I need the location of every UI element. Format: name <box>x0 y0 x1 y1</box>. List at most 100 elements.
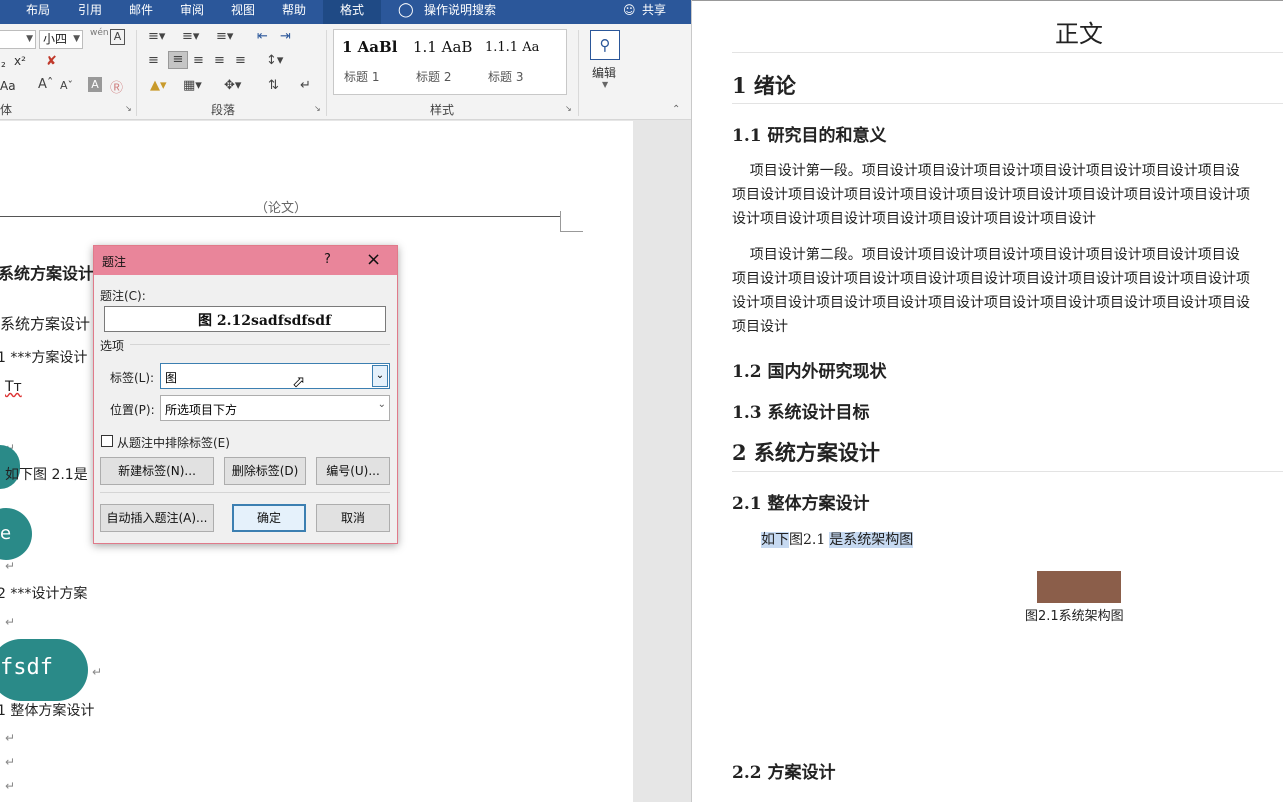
align-left-icon[interactable]: ≡ <box>148 53 159 68</box>
share-icon: ☺ <box>623 3 636 17</box>
figure-caption: 图2.1系统架构图 <box>1025 609 1124 624</box>
phonetic-guide-label[interactable]: wén <box>90 28 109 38</box>
font-size-combo[interactable]: 小四 ▼ <box>39 30 83 49</box>
caption-input[interactable]: 图 2.12sadfsdfsdf <box>104 306 386 332</box>
menu-format[interactable]: 格式 <box>323 0 381 24</box>
search-icon[interactable]: ⚲ <box>590 30 620 60</box>
divider <box>136 30 137 116</box>
editing-button[interactable]: 编辑 <box>592 64 616 81</box>
numbering-icon[interactable]: ≡▾ <box>182 29 199 44</box>
heading-2-purpose: 1.1 研究目的和意义 <box>732 126 887 146</box>
paragraph-mark: ↵ <box>92 665 103 679</box>
menu-layout[interactable]: 布局 <box>26 0 50 24</box>
heading-2-goals: 1.3 系统设计目标 <box>732 403 870 423</box>
teal-annotation-bubble: e <box>0 508 32 560</box>
heading-2-research: 1.2 国内外研究现状 <box>732 362 887 382</box>
font-name-combo[interactable]: ▼ <box>0 30 36 49</box>
right-document-page[interactable]: 正文 1 绪论 1.1 研究目的和意义 项目设计第一段。项目设计项目设计项目设计… <box>691 0 1283 802</box>
cancel-button[interactable]: 取消 <box>316 504 390 532</box>
char-border-icon[interactable]: A <box>110 29 125 45</box>
menu-bar: 布局 引用 邮件 审阅 视图 帮助 格式 ◯ 操作说明搜索 ☺ 共享 <box>0 0 691 24</box>
multilevel-list-icon[interactable]: ≡▾ <box>216 29 233 44</box>
editing-dropdown-icon[interactable]: ▼ <box>602 80 608 89</box>
exclude-label-checkbox[interactable] <box>101 435 113 447</box>
menu-references[interactable]: 引用 <box>78 0 102 24</box>
dialog-titlebar[interactable]: 题注 ? × <box>94 246 397 275</box>
chevron-down-icon[interactable]: ⌄ <box>372 365 388 387</box>
chinese-layout-icon[interactable]: ✥▾ <box>224 78 241 93</box>
bullets-icon[interactable]: ≡▾ <box>148 29 165 44</box>
clear-format-icon[interactable]: ✘ <box>46 54 57 69</box>
caption-input-value: 图 2.12sadfsdfsdf <box>198 313 332 329</box>
divider <box>578 30 579 116</box>
increase-indent-icon[interactable]: ⇥ <box>280 29 291 44</box>
align-right-icon[interactable]: ≡ <box>193 53 204 68</box>
paragraph-mark: ↵ <box>5 731 16 745</box>
shrink-font-icon[interactable]: Aˇ <box>60 79 73 92</box>
page-header-text: （论文） <box>255 201 308 216</box>
numbering-button[interactable]: 编号(U)... <box>316 457 390 485</box>
show-marks-icon[interactable]: ↵ <box>300 78 311 93</box>
left-word-window: 布局 引用 邮件 审阅 视图 帮助 格式 ◯ 操作说明搜索 ☺ 共享 ▼ 小四 ▼… <box>0 0 691 802</box>
align-center-icon[interactable]: ≡ <box>168 51 188 69</box>
exclude-label-text: 从题注中排除标签(E) <box>117 436 230 450</box>
style-heading1-name[interactable]: 标题 1 <box>344 68 379 85</box>
styles-dialog-launcher-icon[interactable]: ↘ <box>565 104 572 113</box>
doc-text-line: 如下图 2.1是 <box>5 467 88 483</box>
sort-icon[interactable]: ⇅ <box>268 78 279 93</box>
chevron-down-icon[interactable]: ⌄ <box>378 399 386 410</box>
borders-icon[interactable]: ▦▾ <box>183 78 202 93</box>
char-shading-icon[interactable]: A <box>88 77 102 92</box>
heading-2-overall: 2.1 整体方案设计 <box>732 494 870 514</box>
line-spacing-icon[interactable]: ↕▾ <box>266 53 283 68</box>
menu-mailings[interactable]: 邮件 <box>129 0 153 24</box>
delete-label-button[interactable]: 删除标签(D) <box>224 457 306 485</box>
style-heading1-sample[interactable]: 1 AaBl <box>342 38 397 56</box>
label-select[interactable]: 图 ⌄ ⬀ <box>160 363 390 391</box>
style-heading3-sample[interactable]: 1.1.1 Aa <box>485 40 539 55</box>
autocaption-button[interactable]: 自动插入题注(A)... <box>100 504 214 532</box>
ok-button[interactable]: 确定 <box>232 504 306 532</box>
decrease-indent-icon[interactable]: ⇤ <box>257 29 268 44</box>
menu-review[interactable]: 审阅 <box>180 0 204 24</box>
grow-font-icon[interactable]: Aˆ <box>38 77 53 92</box>
new-label-button[interactable]: 新建标签(N)... <box>100 457 214 485</box>
tell-me-search[interactable]: 操作说明搜索 <box>424 0 496 24</box>
justify-icon[interactable]: ≡ <box>214 53 225 68</box>
distributed-icon[interactable]: ≡ <box>235 53 246 68</box>
figure-image[interactable] <box>1037 571 1121 603</box>
style-heading2-sample[interactable]: 1.1 AaB <box>413 38 472 56</box>
close-icon[interactable]: × <box>366 249 381 270</box>
superscript-button[interactable]: x² <box>14 54 26 68</box>
divider <box>130 344 390 345</box>
doc-heading-3: 1 ***方案设计 <box>0 350 88 366</box>
ref-text-b: 图2.1 <box>789 532 826 548</box>
subscript-icon[interactable]: ₂ <box>1 56 6 70</box>
paragraph-dialog-launcher-icon[interactable]: ↘ <box>314 104 321 113</box>
share-button[interactable]: 共享 <box>642 0 666 24</box>
styles-gallery: 1 AaBl 标题 1 1.1 AaB 标题 2 1.1.1 Aa 标题 3 ▲… <box>333 29 567 95</box>
lightbulb-icon: ◯ <box>398 2 414 18</box>
caption-dialog: 题注 ? × 题注(C): 图 2.12sadfsdfsdf 选项 标签(L):… <box>93 245 398 544</box>
menu-view[interactable]: 视图 <box>231 0 255 24</box>
mouse-cursor-icon: ⬀ <box>292 372 306 391</box>
divider <box>326 30 327 116</box>
menu-help[interactable]: 帮助 <box>282 0 306 24</box>
change-case-button[interactable]: Aa <box>0 79 16 93</box>
font-group-label: 体 <box>0 103 13 117</box>
options-section-label: 选项 <box>100 339 125 353</box>
styles-group-label: 样式 <box>430 103 455 117</box>
enclose-char-icon[interactable]: Ⓡ <box>110 77 123 96</box>
heading-2-design: 2.2 方案设计 <box>732 763 836 783</box>
collapse-ribbon-icon[interactable]: ⌃ <box>672 104 680 115</box>
style-heading3-name[interactable]: 标题 3 <box>488 68 523 85</box>
teal-annotation-bubble: fsdf <box>0 639 88 701</box>
position-select[interactable]: 所选项目下方 ⌄ <box>160 395 390 421</box>
help-button[interactable]: ? <box>324 252 331 267</box>
dialog-title: 题注 <box>102 255 127 269</box>
paragraph-mark: ↵ <box>5 755 16 769</box>
style-heading2-name[interactable]: 标题 2 <box>416 68 451 85</box>
shading-icon[interactable]: ▲▾ <box>150 78 167 93</box>
paragraph-group-label: 段落 <box>211 103 236 117</box>
font-dialog-launcher-icon[interactable]: ↘ <box>125 104 132 113</box>
